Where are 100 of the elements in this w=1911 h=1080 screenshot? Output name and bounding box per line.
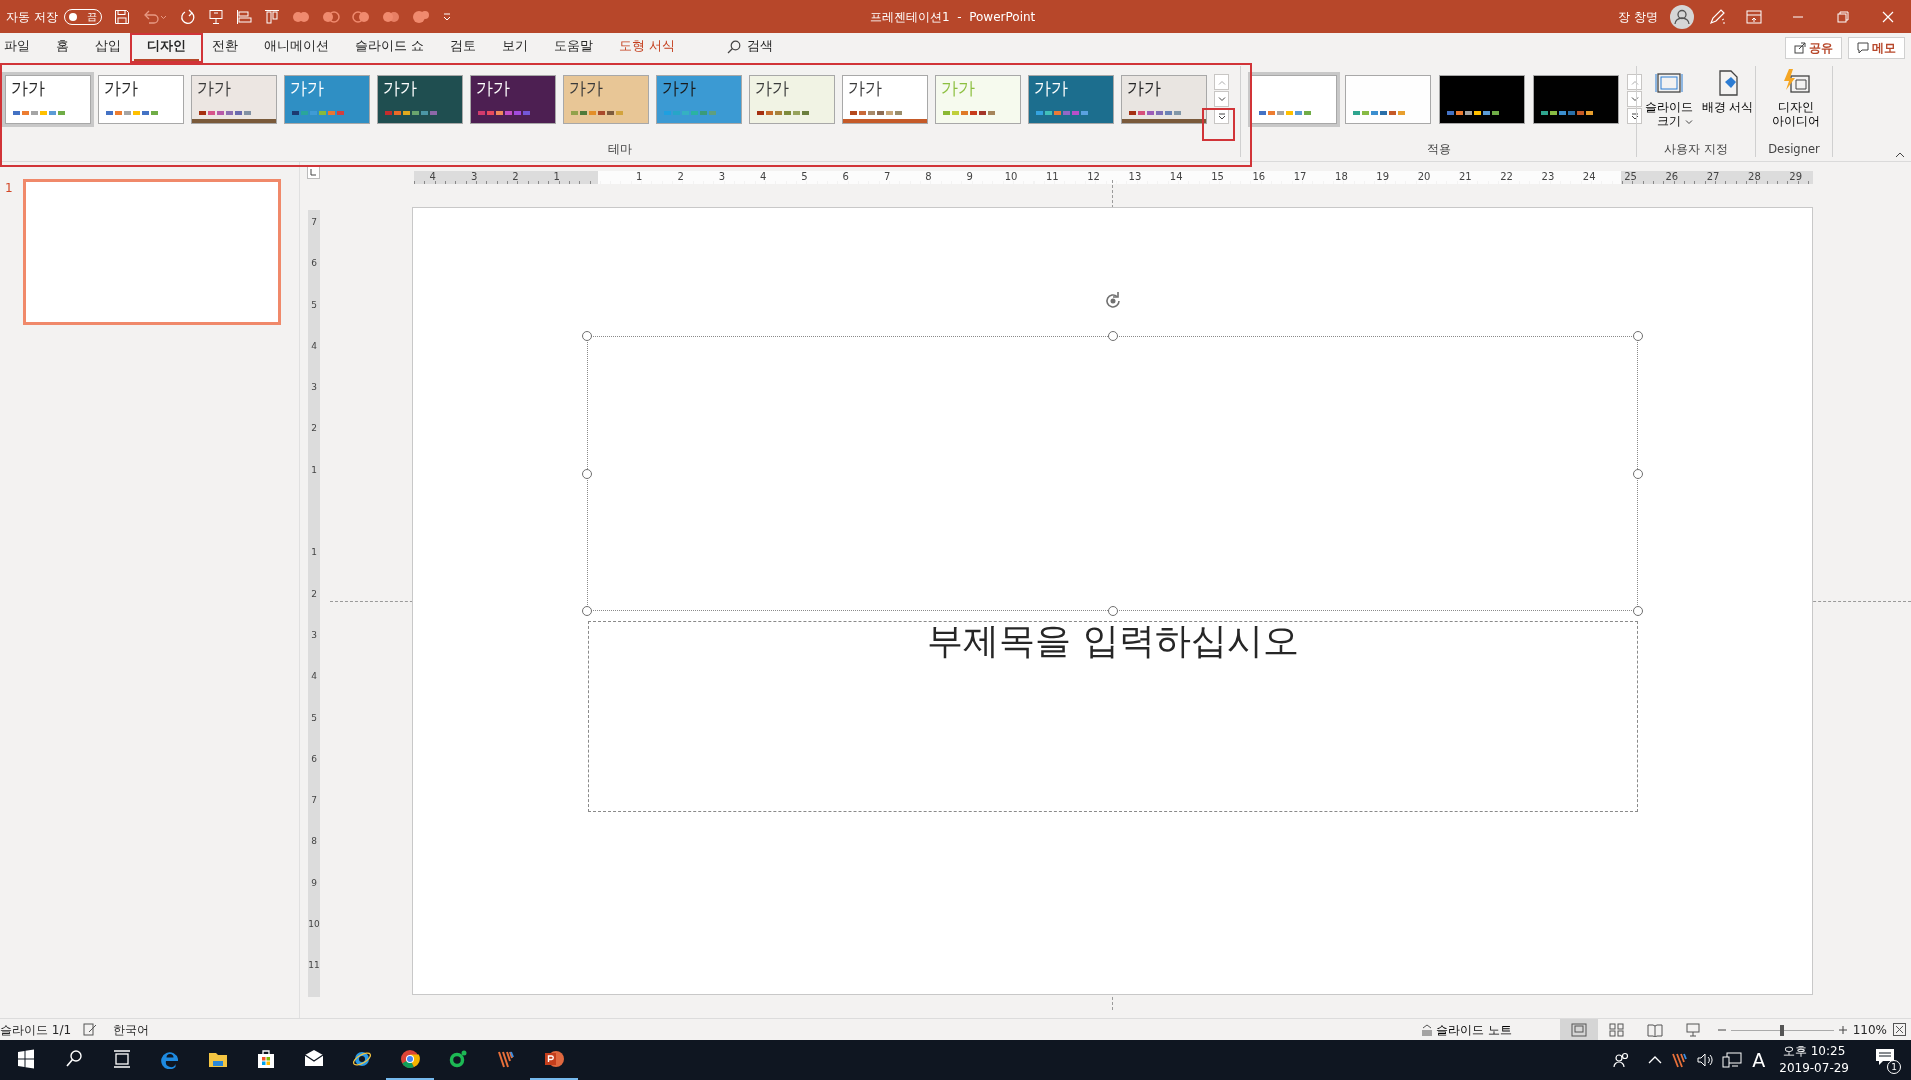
ruler-number: 1 <box>310 465 318 475</box>
ribbon-tab[interactable]: 도형 서식 <box>606 33 688 62</box>
globe-icon <box>352 1049 372 1069</box>
ruler-number: 11 <box>308 960 320 970</box>
ruler-number: 5 <box>310 713 318 722</box>
theme-thumbnail[interactable]: 가가 <box>284 75 370 124</box>
chevron-up-icon[interactable] <box>1648 1055 1663 1065</box>
clock-time[interactable]: 오후 10:25 <box>1782 1042 1846 1060</box>
align-top-icon[interactable] <box>263 8 280 25</box>
theme-thumbnail[interactable]: 가가 <box>563 75 649 124</box>
search-box[interactable]: 검색 <box>713 33 786 62</box>
clock-date[interactable]: 2019-07-29 <box>1779 1060 1849 1078</box>
ruler-number: 1 <box>553 172 560 182</box>
theme-thumbnail[interactable]: 가가 <box>749 75 835 124</box>
ribbon-tab[interactable]: 도움말 <box>541 33 606 62</box>
ruler-number: 28 <box>1748 172 1761 182</box>
ruler-number: 7 <box>883 172 891 182</box>
collapse-ribbon-icon[interactable] <box>1895 152 1905 158</box>
network-icon[interactable] <box>1722 1051 1743 1069</box>
notes-check-icon[interactable] <box>83 1023 98 1036</box>
close-icon[interactable] <box>1882 10 1894 23</box>
resize-handle[interactable] <box>1633 468 1643 479</box>
theme-thumbnail[interactable]: 가가 <box>98 75 184 124</box>
ruler-number: 9 <box>966 172 973 182</box>
save-icon[interactable] <box>113 8 130 25</box>
input-method-indicator[interactable]: A <box>1752 1045 1766 1075</box>
ruler-number: 2 <box>310 423 318 433</box>
notes-button[interactable]: 슬라이드 노트 <box>1420 1020 1512 1039</box>
avatar-icon[interactable] <box>1670 4 1694 29</box>
redo-icon[interactable] <box>179 8 196 25</box>
notification-count: 1 <box>1887 1060 1901 1074</box>
theme-thumbnail[interactable]: 가가 <box>842 75 928 124</box>
ruler-number: 8 <box>310 836 318 846</box>
ribbon-tab[interactable]: 홈 <box>43 33 82 62</box>
theme-thumbnail[interactable]: 가가 <box>1028 75 1114 124</box>
zoom-thumb[interactable] <box>1780 1024 1785 1036</box>
ruler-number: 3 <box>310 630 318 640</box>
align-left-icon[interactable] <box>235 8 252 25</box>
more-icon <box>1217 112 1226 120</box>
ribbon-tab[interactable]: 애니메이션 <box>251 33 342 62</box>
view-button[interactable] <box>1559 1019 1598 1040</box>
resize-handle[interactable] <box>582 606 592 616</box>
resize-handle[interactable] <box>1633 606 1643 616</box>
caret-down-icon <box>1217 96 1226 102</box>
ribbon-tab[interactable]: 삽입 <box>82 33 134 62</box>
ruler-number: 25 <box>1624 172 1637 182</box>
notes-icon <box>1420 1023 1433 1036</box>
slide-size-button[interactable]: 슬라이드 크기 <box>1641 68 1696 141</box>
resize-handle[interactable] <box>1107 331 1118 341</box>
stripes-icon <box>496 1049 516 1069</box>
theme-thumbnail[interactable]: 가가 <box>656 75 742 124</box>
ribbon-tab[interactable]: 슬라이드 쇼 <box>342 33 437 62</box>
zoom-level[interactable]: 110% <box>1852 1020 1887 1039</box>
stripes-icon[interactable] <box>1670 1051 1689 1069</box>
volume-icon[interactable] <box>1696 1052 1715 1068</box>
theme-thumbnail[interactable]: 가가 <box>377 75 463 124</box>
presenter-icon[interactable] <box>207 8 224 25</box>
comments-button[interactable]: 메모 <box>1848 36 1905 59</box>
subtitle-placeholder[interactable]: 부제목을 입력하십시오 <box>588 621 1638 812</box>
theme-thumbnail[interactable]: 가가 <box>5 75 91 124</box>
ruler-number: 1 <box>636 172 643 182</box>
ruler-number: 19 <box>1376 172 1390 182</box>
slide-thumbnail[interactable] <box>23 179 281 325</box>
group-label: 테마 <box>608 140 632 158</box>
ribbon-tab[interactable]: 파일 <box>0 33 43 62</box>
resize-handle[interactable] <box>582 331 592 341</box>
pen-icon[interactable] <box>1708 7 1726 26</box>
caret-up-icon <box>1217 79 1226 85</box>
ribbon-tab[interactable]: 전환 <box>199 33 251 62</box>
design-ideas-button[interactable]: 디자인 아이디어 <box>1768 68 1824 141</box>
zoom-in-icon[interactable] <box>1838 1025 1847 1034</box>
windows-icon <box>16 1049 36 1069</box>
variant-thumbnail[interactable] <box>1345 75 1431 124</box>
ruler-number: 2 <box>310 589 318 599</box>
restore-icon[interactable] <box>1837 10 1849 23</box>
ribbon-tab[interactable]: 디자인 <box>134 33 199 62</box>
resize-handle[interactable] <box>1107 606 1118 616</box>
variant-thumbnail[interactable] <box>1533 75 1619 124</box>
theme-thumbnail[interactable]: 가가 <box>470 75 556 124</box>
language-indicator[interactable]: 한국어 <box>113 1020 150 1039</box>
resize-handle[interactable] <box>582 468 592 479</box>
ribbon-tab[interactable]: 보기 <box>489 33 541 62</box>
variant-thumbnail[interactable] <box>1439 75 1525 124</box>
group-label: Designer <box>1768 140 1820 158</box>
ribbon-display-icon[interactable] <box>1746 9 1762 24</box>
fit-to-window-icon[interactable] <box>1893 1023 1906 1036</box>
ruler-number: 3 <box>470 172 478 182</box>
variant-thumbnail[interactable] <box>1251 75 1337 124</box>
ruler-number: 3 <box>718 172 726 182</box>
people-icon[interactable] <box>1612 1051 1631 1069</box>
ruler-number: 4 <box>429 172 436 182</box>
ruler-number: 3 <box>310 382 318 392</box>
theme-thumbnail[interactable]: 가가 <box>191 75 277 124</box>
resize-handle[interactable] <box>1633 331 1643 341</box>
ruler-number: 21 <box>1458 172 1472 182</box>
scroll-down-button[interactable] <box>1627 91 1642 107</box>
ribbon-tab[interactable]: 검토 <box>437 33 489 62</box>
background-button[interactable]: 배경 서식 <box>1700 68 1755 141</box>
share-button[interactable]: 공유 <box>1785 36 1842 59</box>
theme-thumbnail[interactable]: 가가 <box>1121 75 1207 124</box>
